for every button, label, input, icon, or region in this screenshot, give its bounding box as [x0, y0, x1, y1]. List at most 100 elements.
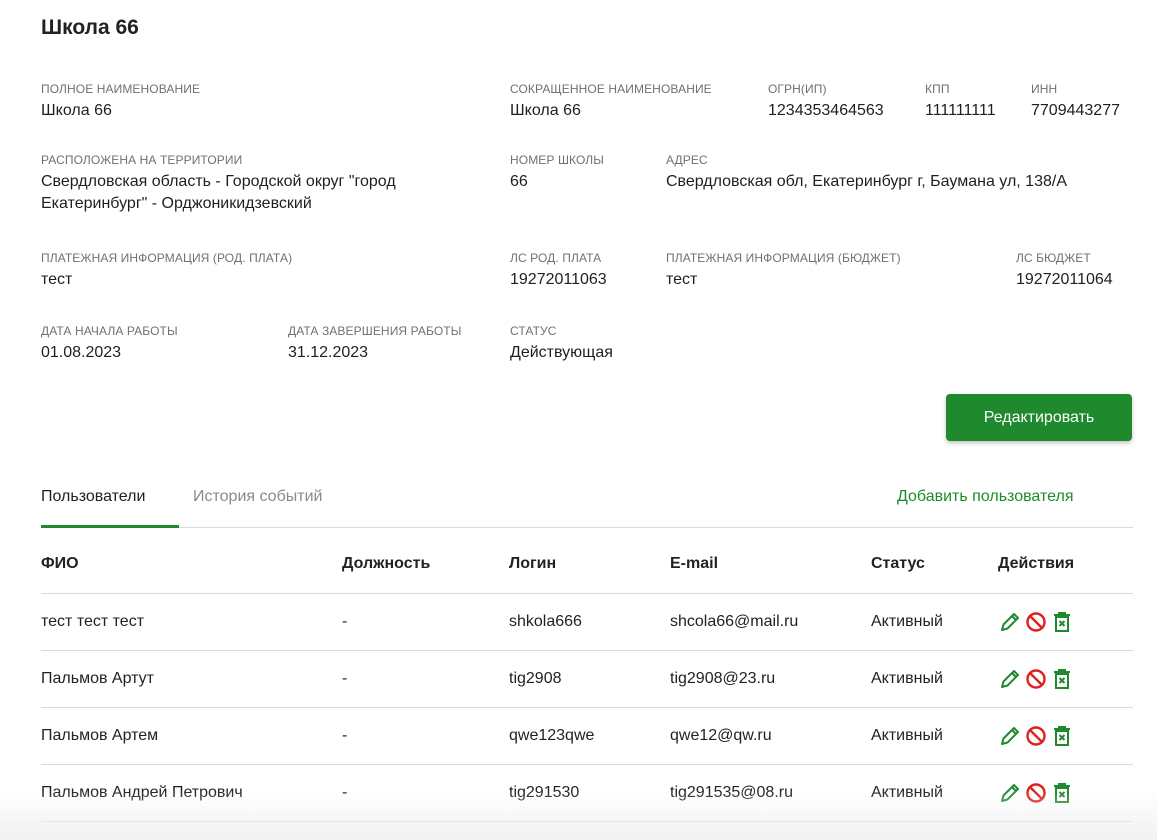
- field-label: ПОЛНОЕ НАИМЕНОВАНИЕ: [41, 82, 201, 96]
- cell-login: tig291530: [509, 764, 670, 822]
- field-value: 66: [510, 173, 528, 190]
- trash-icon[interactable]: [1050, 724, 1074, 748]
- cell-position: -: [342, 650, 509, 708]
- add-user-link[interactable]: Добавить пользователя: [897, 488, 1073, 506]
- field-start-date: ДАТА НАЧАЛА РАБОТЫ 01.08.2023: [41, 324, 178, 364]
- cell-actions: [998, 650, 1133, 708]
- users-table: ФИО Должность Логин E-mail Статус Действ…: [41, 535, 1133, 822]
- cell-status: Активный: [871, 707, 998, 765]
- trash-icon[interactable]: [1050, 667, 1074, 691]
- cell-name: Пальмов Андрей Петрович: [41, 764, 342, 822]
- cell-login: tig2908: [509, 650, 670, 708]
- table-row: Пальмов Артем - qwe123qwe qwe12@qw.ru Ак…: [41, 707, 1133, 765]
- tab-users[interactable]: Пользователи: [41, 488, 145, 506]
- table-row: Пальмов Андрей Петрович - tig291530 tig2…: [41, 764, 1133, 822]
- field-label: ДАТА НАЧАЛА РАБОТЫ: [41, 324, 178, 338]
- column-header-name[interactable]: ФИО: [41, 535, 342, 594]
- field-inn: ИНН 7709443277: [1031, 82, 1120, 122]
- cell-actions: [998, 707, 1133, 765]
- field-label: ПЛАТЕЖНАЯ ИНФОРМАЦИЯ (БЮДЖЕТ): [666, 251, 901, 265]
- field-school-number: НОМЕР ШКОЛЫ 66: [510, 153, 604, 193]
- block-icon[interactable]: [1024, 610, 1048, 634]
- pencil-icon[interactable]: [998, 781, 1022, 805]
- column-header-status[interactable]: Статус: [871, 535, 998, 594]
- column-header-login[interactable]: Логин: [509, 535, 670, 594]
- field-label: ОГРН(ИП): [768, 82, 827, 96]
- field-value: Школа 66: [41, 102, 112, 119]
- cell-email: tig2908@23.ru: [670, 650, 871, 708]
- cell-actions: [998, 764, 1133, 822]
- column-header-position[interactable]: Должность: [342, 535, 509, 594]
- edit-button[interactable]: Редактировать: [946, 394, 1132, 441]
- cell-status: Активный: [871, 650, 998, 708]
- field-label: НОМЕР ШКОЛЫ: [510, 153, 604, 167]
- field-value: Действующая: [510, 344, 613, 361]
- field-value: 1234353464563: [768, 102, 884, 119]
- cell-login: shkola666: [509, 593, 670, 651]
- tab-event-history[interactable]: История событий: [193, 488, 322, 506]
- block-icon[interactable]: [1024, 781, 1048, 805]
- cell-position: -: [342, 764, 509, 822]
- cell-name: Пальмов Артут: [41, 650, 342, 708]
- field-value: 111111111: [925, 102, 996, 119]
- field-value: 19272011064: [1016, 271, 1113, 288]
- cell-email: qwe12@qw.ru: [670, 707, 871, 765]
- field-value: Школа 66: [510, 102, 581, 119]
- table-row: тест тест тест - shkola666 shcola66@mail…: [41, 593, 1133, 651]
- trash-icon[interactable]: [1050, 781, 1074, 805]
- block-icon[interactable]: [1024, 667, 1048, 691]
- field-value: 7709443277: [1031, 102, 1120, 119]
- cell-email: tig291535@08.ru: [670, 764, 871, 822]
- table-row: Пальмов Артут - tig2908 tig2908@23.ru Ак…: [41, 650, 1133, 708]
- field-end-date: ДАТА ЗАВЕРШЕНИЯ РАБОТЫ 31.12.2023: [288, 324, 461, 364]
- field-kpp: КПП 111111111: [925, 82, 996, 122]
- table-header-row: ФИО Должность Логин E-mail Статус Действ…: [41, 535, 1133, 594]
- field-label: КПП: [925, 82, 950, 96]
- field-address: АДРЕС Свердловская обл, Екатеринбург г, …: [666, 153, 1126, 193]
- field-label: РАСПОЛОЖЕНА НА ТЕРРИТОРИИ: [41, 153, 243, 167]
- cell-name: Пальмов Артем: [41, 707, 342, 765]
- field-territory: РАСПОЛОЖЕНА НА ТЕРРИТОРИИ Свердловская о…: [41, 153, 481, 215]
- trash-icon[interactable]: [1050, 610, 1074, 634]
- field-label: ПЛАТЕЖНАЯ ИНФОРМАЦИЯ (РОД. ПЛАТА): [41, 251, 293, 265]
- tabs-divider: [41, 527, 1133, 528]
- field-short-name: СОКРАЩЕННОЕ НАИМЕНОВАНИЕ Школа 66: [510, 82, 712, 122]
- field-label: ИНН: [1031, 82, 1058, 96]
- field-value: Свердловская область - Городской округ "…: [41, 173, 396, 212]
- cell-name: тест тест тест: [41, 593, 342, 651]
- field-label: СТАТУС: [510, 324, 557, 338]
- field-full-name: ПОЛНОЕ НАИМЕНОВАНИЕ Школа 66: [41, 82, 200, 122]
- field-value: тест: [666, 271, 698, 288]
- field-payment-budget: ПЛАТЕЖНАЯ ИНФОРМАЦИЯ (БЮДЖЕТ) тест: [666, 251, 901, 291]
- cell-login: qwe123qwe: [509, 707, 670, 765]
- cell-position: -: [342, 593, 509, 651]
- column-header-email[interactable]: E-mail: [670, 535, 871, 594]
- cell-position: -: [342, 707, 509, 765]
- active-tab-indicator: [41, 525, 179, 528]
- field-value: 31.12.2023: [288, 344, 369, 361]
- field-value: 01.08.2023: [41, 344, 122, 361]
- cell-status: Активный: [871, 764, 998, 822]
- field-label: СОКРАЩЕННОЕ НАИМЕНОВАНИЕ: [510, 82, 712, 96]
- field-label: ЛС БЮДЖЕТ: [1016, 251, 1091, 265]
- field-value: Свердловская обл, Екатеринбург г, Бауман…: [666, 173, 1067, 190]
- field-label: ЛС РОД. ПЛАТА: [510, 251, 602, 265]
- field-payment-parent: ПЛАТЕЖНАЯ ИНФОРМАЦИЯ (РОД. ПЛАТА) тест: [41, 251, 292, 291]
- pencil-icon[interactable]: [998, 610, 1022, 634]
- page-title: Школа 66: [41, 16, 139, 39]
- cell-status: Активный: [871, 593, 998, 651]
- cell-email: shcola66@mail.ru: [670, 593, 871, 651]
- pencil-icon[interactable]: [998, 667, 1022, 691]
- pencil-icon[interactable]: [998, 724, 1022, 748]
- field-ls-parent: ЛС РОД. ПЛАТА 19272011063: [510, 251, 607, 291]
- cell-actions: [998, 593, 1133, 651]
- field-label: ДАТА ЗАВЕРШЕНИЯ РАБОТЫ: [288, 324, 462, 338]
- field-value: 19272011063: [510, 271, 607, 288]
- school-card: Школа 66 ПОЛНОЕ НАИМЕНОВАНИЕ Школа 66 СО…: [0, 0, 1157, 840]
- field-label: АДРЕС: [666, 153, 708, 167]
- field-ogrn: ОГРН(ИП) 1234353464563: [768, 82, 884, 122]
- block-icon[interactable]: [1024, 724, 1048, 748]
- field-ls-budget: ЛС БЮДЖЕТ 19272011064: [1016, 251, 1113, 291]
- column-header-actions: Действия: [998, 535, 1133, 594]
- field-status: СТАТУС Действующая: [510, 324, 613, 364]
